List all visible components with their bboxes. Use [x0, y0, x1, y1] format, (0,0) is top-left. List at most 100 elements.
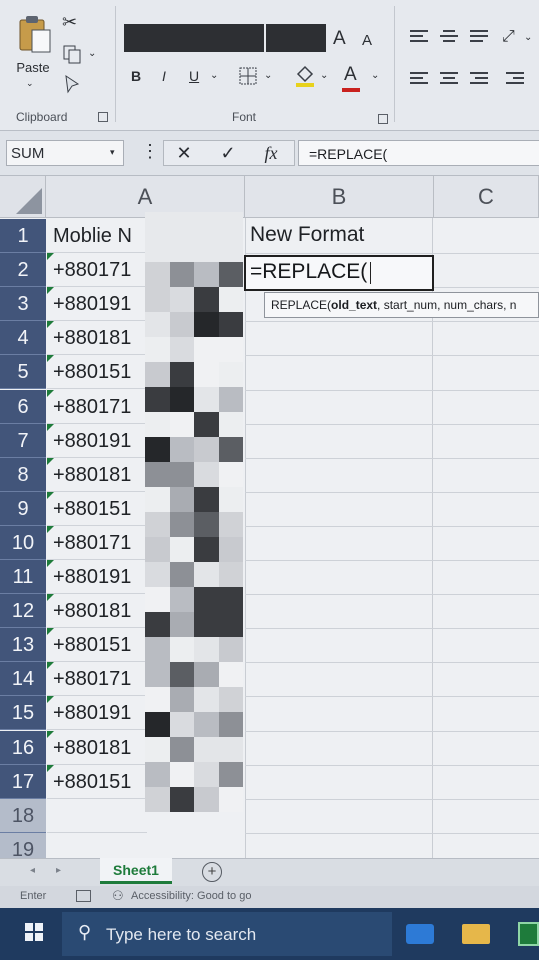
font-color-button[interactable]: A	[344, 64, 357, 86]
font-name-box[interactable]	[124, 24, 264, 52]
cut-icon[interactable]: ✂	[62, 12, 77, 33]
enter-icon[interactable]: ✓	[216, 140, 240, 166]
row-header[interactable]: 13	[0, 628, 46, 663]
align-center-icon[interactable]	[440, 72, 458, 86]
cell-a[interactable]: +880151	[47, 764, 147, 799]
dialog-launcher-icon[interactable]	[378, 114, 388, 124]
error-indicator-icon[interactable]	[47, 730, 54, 738]
error-indicator-icon[interactable]	[47, 594, 54, 602]
chevron-down-icon[interactable]: ⌄	[320, 70, 328, 81]
row-header[interactable]: 15	[0, 696, 46, 731]
copy-icon[interactable]	[62, 44, 82, 64]
excel-app-icon[interactable]	[518, 922, 539, 946]
formula-input[interactable]: =REPLACE(	[298, 140, 539, 166]
accessibility-status[interactable]: Accessibility: Good to go	[131, 890, 251, 902]
cell-a[interactable]: +880181	[47, 321, 147, 356]
cell-a[interactable]: +880151	[47, 355, 147, 390]
error-indicator-icon[interactable]	[47, 355, 54, 363]
chevron-down-icon[interactable]: ⌄	[88, 48, 96, 59]
row-header[interactable]: 5	[0, 355, 46, 390]
align-right-icon[interactable]	[470, 72, 488, 86]
error-indicator-icon[interactable]	[47, 457, 54, 465]
cell-a[interactable]: +880181	[47, 594, 147, 629]
decrease-indent-icon[interactable]	[506, 72, 524, 86]
cell-a[interactable]: +880171	[47, 389, 147, 424]
sheet-tab-sheet1[interactable]: Sheet1	[100, 858, 172, 884]
chevron-down-icon[interactable]: ⌄	[264, 70, 272, 81]
error-indicator-icon[interactable]	[47, 287, 54, 295]
row-header[interactable]: 18	[0, 798, 46, 833]
increase-font-button[interactable]: A	[333, 28, 346, 50]
row-header[interactable]: 4	[0, 321, 46, 356]
chevron-down-icon[interactable]: ⌄	[210, 70, 218, 81]
error-indicator-icon[interactable]	[47, 628, 54, 636]
bold-button[interactable]: B	[131, 68, 141, 84]
add-sheet-button[interactable]: +	[202, 862, 222, 882]
cell-a[interactable]: +880191	[47, 560, 147, 595]
mail-app-icon[interactable]	[406, 924, 434, 944]
paste-button[interactable]: Paste ⌄	[10, 14, 56, 94]
select-all-button[interactable]	[0, 176, 46, 218]
insert-function-icon[interactable]: fx	[258, 140, 284, 166]
cell-a[interactable]: +880191	[47, 696, 147, 731]
accessibility-icon[interactable]: ⚇	[112, 888, 124, 904]
column-header-c[interactable]: C	[434, 176, 539, 218]
cell-a[interactable]: +880191	[47, 287, 147, 322]
font-size-box[interactable]	[266, 24, 326, 52]
tooltip-function[interactable]: REPLACE(	[271, 298, 331, 312]
error-indicator-icon[interactable]	[47, 525, 54, 533]
decrease-font-button[interactable]: A	[362, 32, 372, 49]
error-indicator-icon[interactable]	[47, 662, 54, 670]
row-header[interactable]: 9	[0, 491, 46, 526]
align-left-icon[interactable]	[410, 72, 428, 86]
cell-a[interactable]: +880171	[47, 253, 147, 288]
italic-button[interactable]: I	[162, 68, 166, 84]
macro-recording-icon[interactable]	[76, 890, 91, 902]
file-explorer-icon[interactable]	[462, 924, 490, 944]
cell-a[interactable]: +880171	[47, 662, 147, 697]
row-header[interactable]: 17	[0, 764, 46, 799]
taskbar-search-box[interactable]: ⚲ Type here to search	[62, 912, 392, 956]
scroll-right-icon[interactable]: ▸	[56, 865, 61, 876]
error-indicator-icon[interactable]	[47, 491, 54, 499]
error-indicator-icon[interactable]	[47, 389, 54, 397]
orientation-icon[interactable]: ⤢	[502, 28, 515, 46]
error-indicator-icon[interactable]	[47, 764, 54, 772]
row-header[interactable]: 8	[0, 457, 46, 492]
cancel-icon[interactable]: ✕	[172, 140, 196, 166]
error-indicator-icon[interactable]	[47, 423, 54, 431]
cell-a[interactable]: +880151	[47, 628, 147, 663]
align-middle-icon[interactable]	[440, 30, 458, 44]
row-header[interactable]: 14	[0, 662, 46, 697]
name-box[interactable]: SUM	[6, 140, 124, 166]
tooltip-arg-old-text[interactable]: old_text	[331, 298, 377, 312]
fill-color-icon[interactable]	[294, 64, 316, 88]
cell-a[interactable]: +880171	[47, 525, 147, 560]
chevron-down-icon[interactable]: ▾	[110, 147, 115, 158]
row-header[interactable]: 11	[0, 560, 46, 595]
borders-icon[interactable]	[238, 66, 258, 86]
scroll-left-icon[interactable]: ◂	[30, 865, 35, 876]
more-options-icon[interactable]: ⋮	[141, 141, 159, 162]
row-header[interactable]: 12	[0, 594, 46, 629]
error-indicator-icon[interactable]	[47, 696, 54, 704]
cell-a[interactable]: +880181	[47, 730, 147, 765]
chevron-down-icon[interactable]: ⌄	[371, 70, 379, 81]
error-indicator-icon[interactable]	[47, 321, 54, 329]
cell-a[interactable]: +880191	[47, 423, 147, 458]
align-bottom-icon[interactable]	[470, 30, 488, 44]
row-header[interactable]: 3	[0, 287, 46, 322]
cell-a[interactable]	[47, 799, 147, 833]
cell-a[interactable]: +880151	[47, 491, 147, 526]
error-indicator-icon[interactable]	[47, 560, 54, 567]
dialog-launcher-icon[interactable]	[98, 112, 108, 122]
align-top-icon[interactable]	[410, 30, 428, 44]
row-header[interactable]: 6	[0, 389, 46, 424]
windows-start-icon[interactable]	[24, 922, 44, 942]
row-header[interactable]: 2	[0, 253, 46, 288]
format-painter-icon[interactable]	[62, 74, 82, 94]
error-indicator-icon[interactable]	[47, 253, 54, 261]
underline-button[interactable]: U	[189, 68, 199, 84]
row-header[interactable]: 1	[0, 219, 46, 254]
row-header[interactable]: 7	[0, 423, 46, 458]
